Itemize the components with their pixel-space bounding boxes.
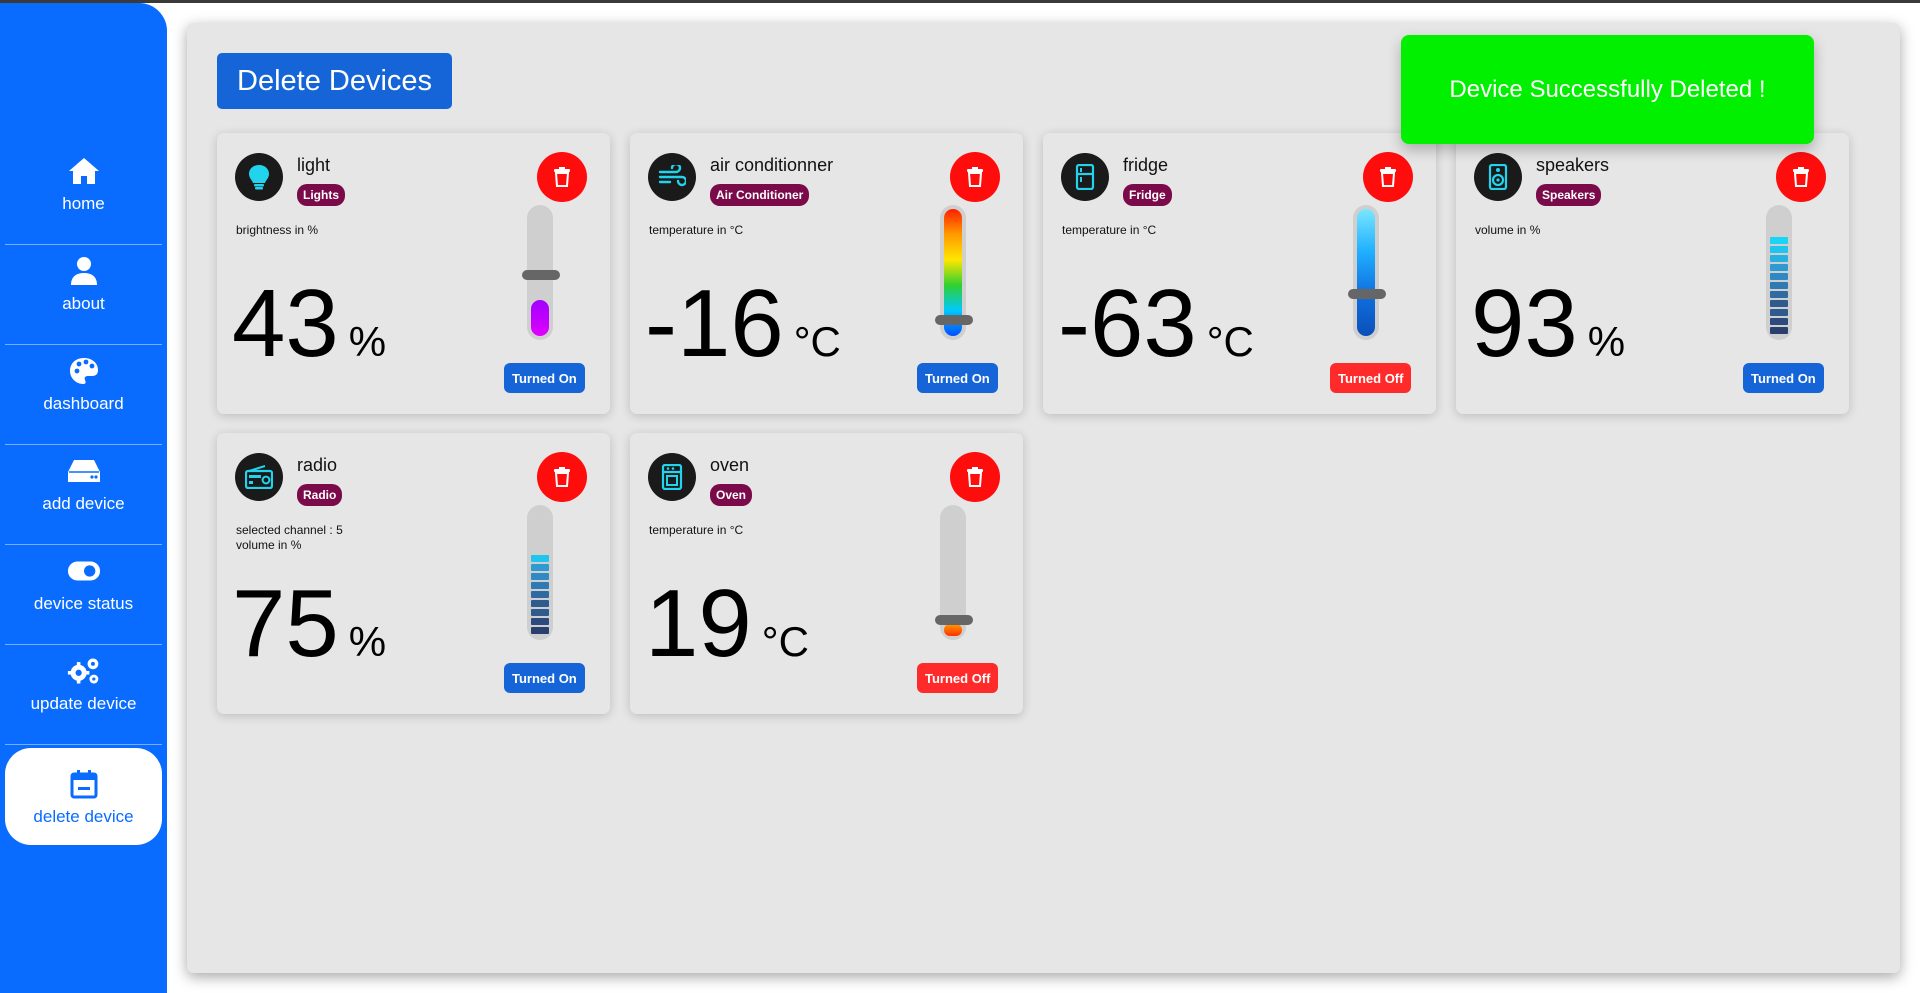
sidebar-item-add-device[interactable]: add device: [5, 435, 162, 532]
success-toast: Device Successfully Deleted !: [1401, 35, 1814, 144]
slider-thumb[interactable]: [1348, 289, 1386, 299]
wind-icon: [648, 153, 696, 201]
device-card-light: light Lights brightness in % 43% Turned …: [217, 133, 610, 414]
device-type-badge: Oven: [710, 484, 753, 506]
trash-icon: [554, 167, 570, 187]
device-card-radio: radio Radio selected channel : 5 volume i…: [217, 433, 610, 714]
volume-slider[interactable]: [527, 505, 553, 640]
sidebar-item-label: add device: [42, 493, 125, 513]
device-type-badge: Lights: [297, 184, 345, 206]
lightbulb-icon: [235, 153, 283, 201]
delete-button[interactable]: [950, 152, 1000, 202]
status-toggle-button[interactable]: Turned On: [504, 663, 585, 693]
device-card-fridge: fridge Fridge temperature in °C -63 °C Tu…: [1043, 133, 1436, 414]
delete-button[interactable]: [537, 152, 587, 202]
device-hint: temperature in °C: [649, 523, 744, 537]
fridge-icon: [1061, 153, 1109, 201]
sidebar-item-about[interactable]: about: [5, 235, 162, 332]
status-toggle-button[interactable]: Turned On: [504, 363, 585, 393]
device-value: 19 °C: [645, 570, 809, 677]
device-type-badge: Fridge: [1123, 184, 1172, 206]
sidebar-item-delete-device[interactable]: delete device: [5, 748, 162, 845]
volume-bars: [531, 555, 549, 634]
device-name: light: [297, 155, 331, 175]
page-title: Delete Devices: [217, 53, 453, 109]
device-card-speakers: speakers Speakers volume in % 93% Turned…: [1456, 133, 1849, 414]
slider-thumb[interactable]: [935, 615, 973, 625]
slider-thumb[interactable]: [935, 315, 973, 325]
sidebar-item-label: device status: [33, 593, 134, 613]
hdd-icon: [67, 454, 101, 488]
gears-icon: [67, 654, 101, 688]
device-hint: selected channel : 5 volume in %: [236, 523, 343, 552]
sidebar-item-label: update device: [30, 693, 137, 713]
device-card-air-conditioner: air conditionner Air Conditioner tempera…: [630, 133, 1023, 414]
trash-icon: [1793, 167, 1809, 187]
speaker-icon: [1474, 153, 1522, 201]
device-hint: temperature in °C: [649, 223, 744, 237]
device-name: oven: [710, 455, 750, 475]
sidebar-item-label: about: [62, 293, 105, 313]
device-hint: temperature in °C: [1062, 223, 1157, 237]
sidebar-item-label: home: [62, 193, 105, 213]
radio-icon: [235, 453, 283, 501]
sidebar-item-label: delete device: [33, 806, 134, 826]
oven-icon: [648, 453, 696, 501]
delete-button[interactable]: [1363, 152, 1413, 202]
device-value: 43%: [232, 270, 387, 377]
device-name: radio: [297, 455, 338, 475]
divider: [5, 744, 162, 745]
trash-icon: [1380, 167, 1396, 187]
sidebar: home about dashboard add device device s…: [0, 3, 167, 993]
window-top-border: [0, 0, 1920, 3]
sidebar-item-device-status[interactable]: device status: [5, 535, 162, 632]
trash-icon: [554, 467, 570, 487]
trash-icon: [967, 467, 983, 487]
device-value: 75%: [232, 570, 387, 677]
status-toggle-button[interactable]: Turned Off: [1330, 363, 1412, 393]
delete-button[interactable]: [1776, 152, 1826, 202]
slider-thumb[interactable]: [522, 270, 560, 280]
toggle-icon: [67, 554, 101, 588]
status-toggle-button[interactable]: Turned On: [917, 363, 998, 393]
device-value: 93%: [1471, 270, 1626, 377]
temperature-slider[interactable]: [1353, 205, 1379, 340]
device-value: -63 °C: [1058, 270, 1254, 377]
slider-fill: [944, 624, 962, 636]
device-type-badge: Speakers: [1536, 184, 1602, 206]
sidebar-item-home[interactable]: home: [5, 135, 162, 232]
trash-icon: [967, 167, 983, 187]
device-card-oven: oven Oven temperature in °C 19 °C Turned …: [630, 433, 1023, 714]
device-type-badge: Radio: [297, 484, 343, 506]
device-value: -16 °C: [645, 270, 841, 377]
device-name: fridge: [1123, 155, 1169, 175]
sidebar-item-label: dashboard: [43, 393, 124, 413]
slider-fill: [531, 300, 549, 336]
palette-icon: [67, 354, 101, 388]
sidebar-item-dashboard[interactable]: dashboard: [5, 335, 162, 432]
sidebar-item-update-device[interactable]: update device: [5, 635, 162, 732]
device-type-badge: Air Conditioner: [710, 184, 810, 206]
delete-button[interactable]: [537, 452, 587, 502]
delete-button[interactable]: [950, 452, 1000, 502]
calendar-minus-icon: [67, 767, 101, 801]
device-hint: brightness in %: [236, 223, 319, 237]
main-panel: Delete Devices Device Successfully Delet…: [187, 23, 1900, 973]
device-hint: volume in %: [1475, 223, 1541, 237]
device-name: air conditionner: [710, 155, 834, 175]
status-toggle-button[interactable]: Turned Off: [917, 663, 999, 693]
user-icon: [67, 254, 101, 288]
device-name: speakers: [1536, 155, 1610, 175]
home-icon: [67, 154, 101, 188]
slider-fill: [1357, 209, 1375, 336]
volume-bars: [1770, 237, 1788, 334]
volume-slider[interactable]: [1766, 205, 1792, 340]
status-toggle-button[interactable]: Turned On: [1743, 363, 1824, 393]
